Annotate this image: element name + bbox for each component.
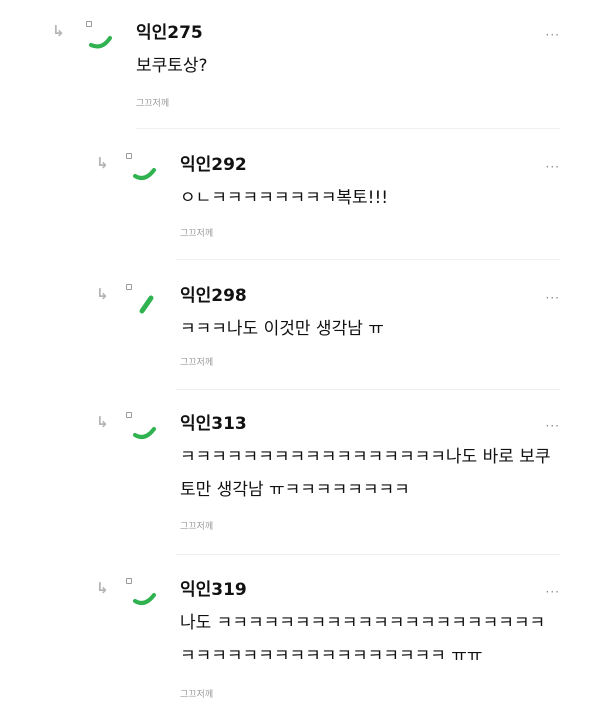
- more-options-button[interactable]: ···: [546, 291, 560, 305]
- comment-text-line: 보쿠토상?: [136, 56, 208, 76]
- comment-item: ↳ 익인298 ··· ㅋㅋㅋ나도 이것만 생각남 ㅠ 그끄저께: [96, 281, 560, 381]
- comment-text-line: ㅋㅋㅋㅋㅋㅋㅋㅋㅋㅋㅋㅋㅋㅋㅋㅋㅋ ㅠㅠ: [180, 646, 483, 666]
- comment-timestamp: 그끄저께: [136, 99, 170, 109]
- comment-nickname[interactable]: 익인292: [180, 150, 247, 175]
- comment-text-line: 나도 ㅋㅋㅋㅋㅋㅋㅋㅋㅋㅋㅋㅋㅋㅋㅋㅋㅋㅋㅋㅋㅋ: [180, 613, 546, 633]
- comment-divider: [176, 259, 560, 260]
- small-square-icon: [126, 412, 132, 418]
- comment-item: ↳ 익인292 ··· ㅇㄴㅋㅋㅋㅋㅋㅋㅋㅋ복토!!! 그끄저께: [96, 150, 560, 250]
- comment-divider: [176, 554, 560, 555]
- green-stroke-avatar-icon: [133, 593, 156, 605]
- comment-item: ↳ 익인319 ··· 나도 ㅋㅋㅋㅋㅋㅋㅋㅋㅋㅋㅋㅋㅋㅋㅋㅋㅋㅋㅋㅋㅋ ㅋㅋㅋ…: [96, 575, 560, 705]
- comment-text-line: 토만 생각남 ㅠㅋㅋㅋㅋㅋㅋㅋㅋ: [180, 480, 410, 500]
- comment-text-line: ㅋㅋㅋㅋㅋㅋㅋㅋㅋㅋㅋㅋㅋㅋㅋㅋㅋ나도 바로 보쿠: [180, 447, 551, 467]
- comment-nickname[interactable]: 익인313: [180, 409, 247, 434]
- green-stroke-avatar-icon: [133, 168, 156, 180]
- more-options-button[interactable]: ···: [546, 585, 560, 599]
- comment-nickname[interactable]: 익인298: [180, 281, 247, 306]
- more-options-button[interactable]: ···: [546, 419, 560, 433]
- more-options-button[interactable]: ···: [546, 28, 560, 42]
- comment-body: ㅇㄴㅋㅋㅋㅋㅋㅋㅋㅋ복토!!!: [180, 182, 560, 215]
- comment-timestamp: 그끄저께: [180, 229, 214, 239]
- small-square-icon: [126, 153, 132, 159]
- reply-arrow-icon: ↳: [52, 22, 65, 40]
- comment-divider: [176, 389, 560, 390]
- reply-arrow-icon: ↳: [96, 413, 109, 431]
- small-square-icon: [86, 21, 92, 27]
- reply-arrow-icon: ↳: [96, 285, 109, 303]
- more-options-button[interactable]: ···: [546, 160, 560, 174]
- small-square-icon: [126, 578, 132, 584]
- comment-body: 나도 ㅋㅋㅋㅋㅋㅋㅋㅋㅋㅋㅋㅋㅋㅋㅋㅋㅋㅋㅋㅋㅋ ㅋㅋㅋㅋㅋㅋㅋㅋㅋㅋㅋㅋㅋㅋㅋ…: [180, 607, 560, 673]
- green-stroke-avatar-icon: [89, 36, 112, 49]
- comment-body: ㅋㅋㅋㅋㅋㅋㅋㅋㅋㅋㅋㅋㅋㅋㅋㅋㅋ나도 바로 보쿠 토만 생각남 ㅠㅋㅋㅋㅋㅋㅋ…: [180, 441, 560, 507]
- comment-item: ↳ 익인275 ··· 보쿠토상? 그끄저께: [52, 18, 560, 118]
- small-square-icon: [126, 284, 132, 290]
- green-stroke-avatar-icon: [139, 295, 154, 314]
- comment-item: ↳ 익인313 ··· ㅋㅋㅋㅋㅋㅋㅋㅋㅋㅋㅋㅋㅋㅋㅋㅋㅋ나도 바로 보쿠 토만…: [96, 409, 560, 539]
- comment-timestamp: 그끄저께: [180, 522, 214, 532]
- comment-nickname[interactable]: 익인275: [136, 18, 203, 43]
- comment-nickname[interactable]: 익인319: [180, 575, 247, 600]
- comment-timestamp: 그끄저께: [180, 690, 214, 700]
- comment-text-line: ㅋㅋㅋ나도 이것만 생각남 ㅠ: [180, 319, 384, 339]
- reply-arrow-icon: ↳: [96, 579, 109, 597]
- comment-body: ㅋㅋㅋ나도 이것만 생각남 ㅠ: [180, 313, 560, 346]
- green-stroke-avatar-icon: [133, 427, 156, 439]
- comment-text-line: ㅇㄴㅋㅋㅋㅋㅋㅋㅋㅋ복토!!!: [180, 188, 389, 208]
- comment-timestamp: 그끄저께: [180, 358, 214, 368]
- comment-body: 보쿠토상?: [136, 50, 560, 83]
- reply-arrow-icon: ↳: [96, 154, 109, 172]
- comment-divider: [136, 128, 560, 129]
